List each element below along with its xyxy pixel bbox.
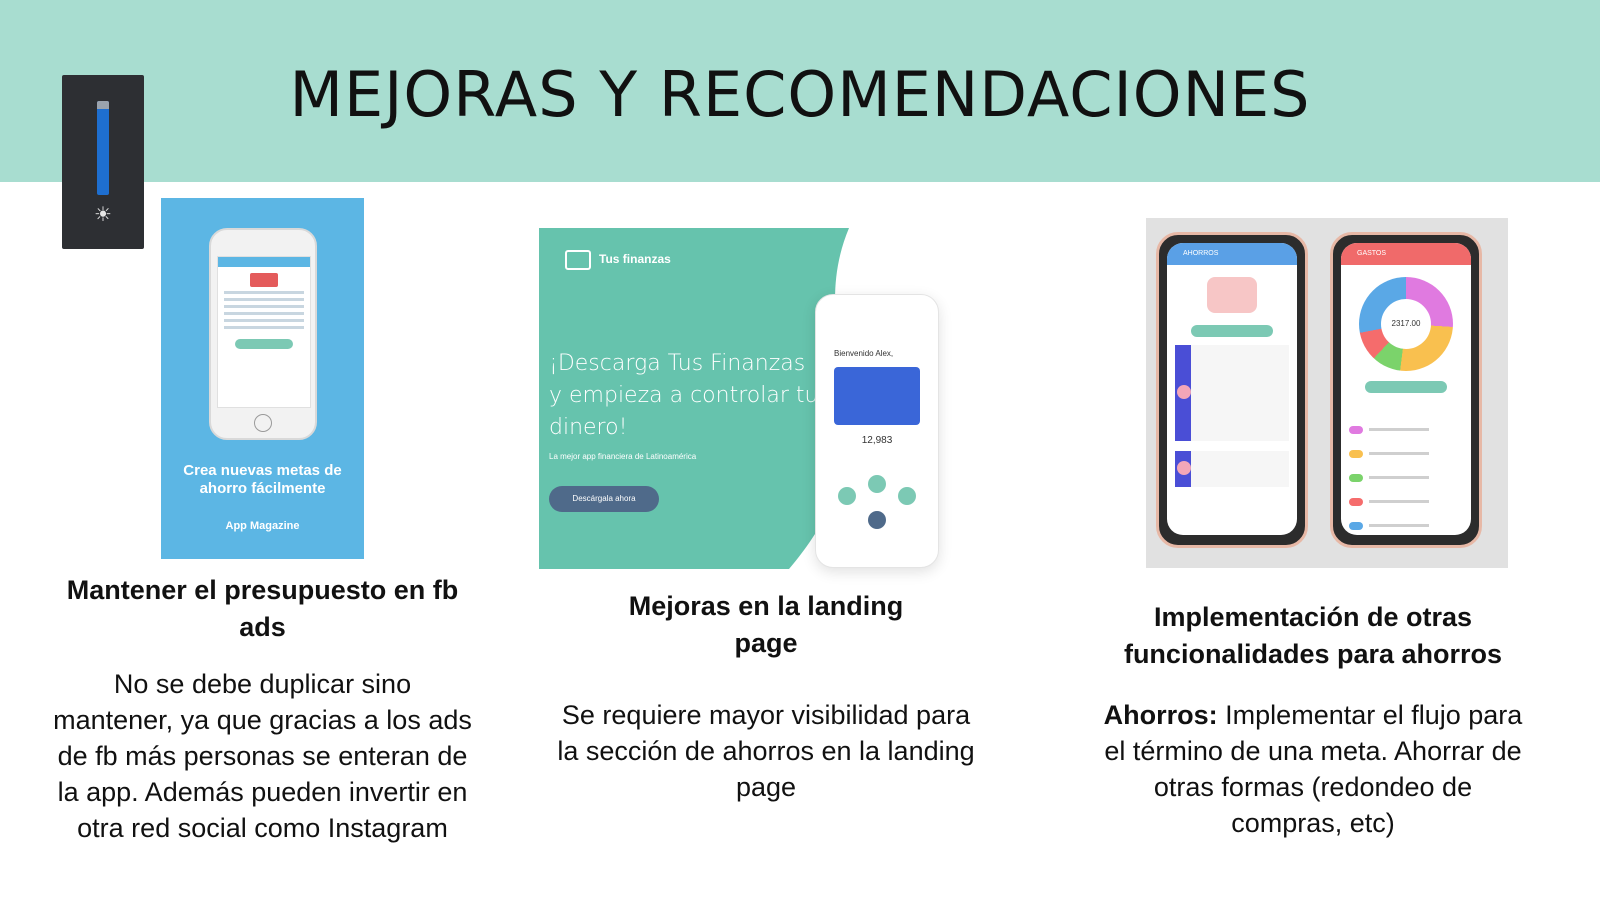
landing-subline: La mejor app financiera de Latinoamérica — [549, 452, 697, 461]
header-band: MEJORAS Y RECOMENDACIONES — [0, 0, 1600, 182]
greeting-text: Bienvenido Alex, — [834, 349, 894, 358]
wallet-icon — [565, 249, 591, 270]
gastos-screen: GASTOS 2317.00 — [1341, 243, 1471, 535]
column-3-body-label: Ahorros: — [1103, 700, 1218, 730]
app-action-icon — [838, 487, 856, 505]
credit-card-icon — [834, 367, 920, 425]
expenses-total: 2317.00 — [1381, 299, 1431, 349]
gift-icon — [250, 273, 278, 287]
column-2-heading: Mejoras en la landing page — [628, 591, 904, 658]
image-caption: Crea nuevas metas de ahorro fácilmente — [183, 462, 342, 497]
balance-amount: 12,983 — [861, 435, 893, 446]
download-button: Descárgala ahora — [549, 486, 659, 512]
brand-logo: Tus finanzas — [565, 244, 705, 274]
app-action-icon — [898, 487, 916, 505]
ahorros-screen: AHORROS — [1167, 243, 1297, 535]
piggy-bank-icon — [1207, 277, 1257, 313]
column-2-body: Se requiere mayor visibilidad para la se… — [557, 700, 975, 802]
expenses-donut-chart: 2317.00 — [1359, 277, 1453, 371]
gastos-phone: GASTOS 2317.00 — [1330, 232, 1482, 548]
image-source: App Magazine — [225, 520, 300, 532]
more-icon — [868, 511, 886, 529]
column-1-body: No se debe duplicar sino mantener, ya qu… — [53, 669, 472, 843]
ahorros-phone: AHORROS — [1156, 232, 1308, 548]
column-3-heading: Implementación de otras funcionalidades … — [1123, 602, 1503, 669]
landing-phone-mockup: Bienvenido Alex, 12,983 — [815, 294, 939, 568]
home-button-icon — [254, 414, 272, 432]
column-1-heading: Mantener el presupuesto en fb ads — [66, 575, 459, 642]
landing-page-image: Tus finanzas ¡Descarga Tus Finanzas y em… — [539, 228, 971, 590]
savings-goal-card — [1175, 451, 1289, 487]
landing-headline: ¡Descarga Tus Finanzas y empieza a contr… — [549, 351, 819, 440]
app-action-icon — [868, 475, 886, 493]
app-screens-image: AHORROS GASTOS 2317.00 — [1146, 218, 1508, 568]
phone-screen — [217, 256, 311, 408]
brightness-level-bar[interactable] — [97, 101, 109, 195]
app-magazine-image: Crea nuevas metas de ahorro fácilmente A… — [161, 198, 364, 559]
page-title: MEJORAS Y RECOMENDACIONES — [289, 58, 1311, 131]
brightness-slider[interactable]: ☀ — [62, 75, 144, 249]
savings-goal-card — [1175, 345, 1289, 441]
column-3-body: Ahorros: Implementar el flujo para el té… — [1100, 697, 1526, 841]
sun-icon: ☀ — [94, 204, 112, 226]
brightness-track-remaining — [97, 101, 109, 109]
phone-mockup — [209, 228, 317, 440]
